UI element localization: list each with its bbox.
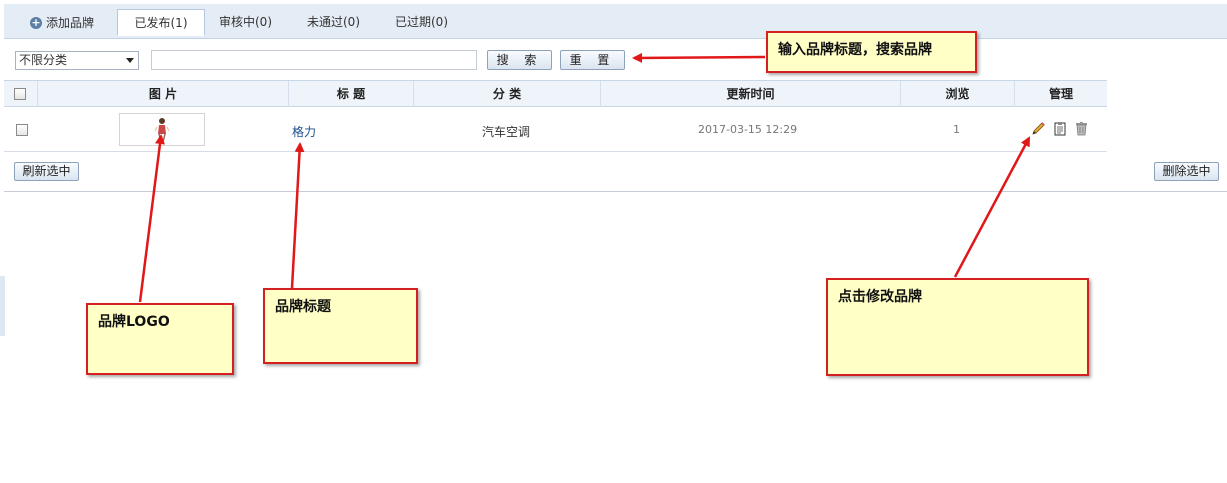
edit-annotation: 点击修改品牌 (826, 278, 1089, 376)
arrow-to-logo (138, 134, 165, 303)
arrow-to-title (290, 142, 305, 289)
search-annotation: 输入品牌标题，搜索品牌 (766, 31, 977, 73)
arrow-to-edit (953, 136, 1031, 278)
title-annotation: 品牌标题 (263, 288, 418, 364)
logo-annotation: 品牌LOGO (86, 303, 234, 375)
annotation-arrows (138, 52, 1031, 303)
arrow-to-search (632, 52, 766, 63)
